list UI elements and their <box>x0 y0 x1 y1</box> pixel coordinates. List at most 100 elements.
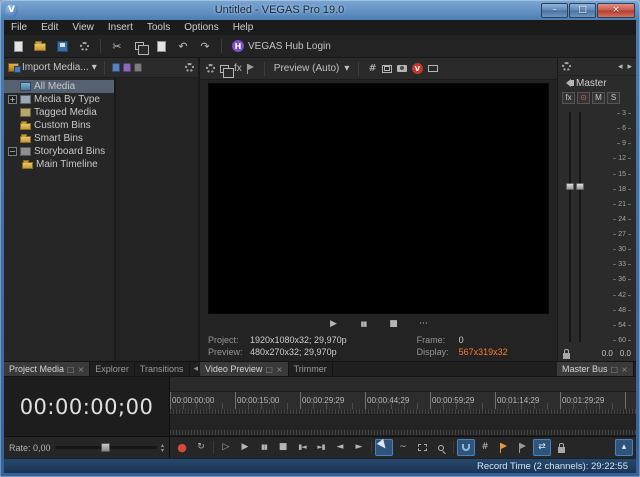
vegas-hub-login-button[interactable]: H VEGAS Hub Login <box>228 40 335 52</box>
tree-item-media-by-type[interactable]: + Media By Type <box>4 93 114 106</box>
go-to-end-button[interactable]: ►▮ <box>312 439 330 456</box>
menu-tools[interactable]: Tools <box>140 20 177 35</box>
rate-slider-handle[interactable] <box>101 443 110 452</box>
preview-settings-gear-icon[interactable] <box>206 64 215 73</box>
undo-button[interactable]: ↶ <box>173 37 193 56</box>
rate-spinner[interactable]: ▴ ▾ <box>161 443 164 453</box>
close-tab-icon[interactable]: × <box>621 365 628 374</box>
menu-options[interactable]: Options <box>177 20 225 35</box>
fader-handle-left[interactable] <box>566 183 574 190</box>
media-bins-icon[interactable] <box>134 63 142 72</box>
float-window-icon[interactable]: □ <box>67 365 75 374</box>
tree-item-all-media[interactable]: All Media <box>4 80 114 93</box>
float-window-icon[interactable]: □ <box>611 365 619 374</box>
insert-bus-left-icon[interactable]: ◂ <box>618 62 623 72</box>
collapse-minus-icon[interactable]: − <box>8 147 17 156</box>
v-plugin-icon[interactable]: V <box>412 63 423 74</box>
master-fx-button[interactable]: fx <box>562 92 575 104</box>
menu-file[interactable]: File <box>4 20 34 35</box>
solo-button[interactable]: S <box>607 92 620 104</box>
tree-item-storyboard-bins[interactable]: − Storyboard Bins <box>4 145 114 158</box>
copy-button[interactable] <box>129 37 149 56</box>
normal-edit-tool-button[interactable] <box>375 439 393 456</box>
redo-button[interactable]: ↷ <box>195 37 215 56</box>
insert-marker-button[interactable] <box>495 439 513 456</box>
marker-bar[interactable] <box>170 377 636 392</box>
quality-dropdown-arrow-icon[interactable]: ▾ <box>344 63 349 74</box>
tab-master-bus[interactable]: Master Bus □ × <box>557 362 634 376</box>
save-project-button[interactable] <box>52 37 72 56</box>
tab-video-preview[interactable]: Video Preview □ × <box>200 362 289 376</box>
cut-button[interactable]: ✂ <box>107 37 127 56</box>
menu-edit[interactable]: Edit <box>34 20 65 35</box>
next-frame-button[interactable]: ► <box>350 439 368 456</box>
scroll-up-button[interactable]: ▴ <box>615 439 633 456</box>
open-project-button[interactable] <box>30 37 50 56</box>
close-tab-icon[interactable]: × <box>78 365 85 374</box>
fader-handle-right[interactable] <box>576 183 584 190</box>
preview-more-button[interactable]: ··· <box>415 316 433 333</box>
paste-button[interactable] <box>151 37 171 56</box>
play-from-start-button[interactable]: ▷ <box>217 439 235 456</box>
selection-tool-button[interactable] <box>413 439 431 456</box>
grid-overlay-icon[interactable]: # <box>368 63 376 74</box>
lock-icon[interactable] <box>563 353 570 359</box>
auto-ripple-button[interactable]: ⇄ <box>533 439 551 456</box>
mute-button[interactable]: M <box>592 92 605 104</box>
grid-snap-button[interactable]: # <box>476 439 494 456</box>
float-window-icon[interactable]: □ <box>265 365 273 374</box>
preview-play-button[interactable]: ▶ <box>325 316 343 333</box>
insert-bus-right-icon[interactable]: ▸ <box>627 62 632 72</box>
preview-stop-button[interactable]: ■ <box>385 316 403 333</box>
snapshot-icon[interactable] <box>397 65 407 72</box>
tree-item-main-timeline[interactable]: Main Timeline <box>4 158 114 171</box>
menu-view[interactable]: View <box>65 20 101 35</box>
import-media-icon[interactable] <box>8 63 19 72</box>
tree-item-smart-bins[interactable]: Smart Bins <box>4 132 114 145</box>
master-bus-name[interactable]: Master <box>576 78 607 89</box>
play-button[interactable]: ▶ <box>236 439 254 456</box>
tab-explorer[interactable]: Explorer <box>90 362 135 376</box>
rate-slider[interactable] <box>55 446 157 449</box>
close-tab-icon[interactable]: × <box>276 365 283 374</box>
stop-button[interactable]: ■ <box>274 439 292 456</box>
media-generators-icon[interactable] <box>123 63 131 72</box>
title-bar[interactable]: V Untitled - VEGAS Pro 19.0 – □ × <box>0 0 640 20</box>
external-monitor-icon[interactable] <box>428 65 438 72</box>
snap-button[interactable] <box>457 439 475 456</box>
record-arm-button[interactable]: ⊙ <box>577 92 590 104</box>
project-properties-button[interactable] <box>74 37 94 56</box>
safe-area-icon[interactable] <box>382 65 392 73</box>
media-manager-icon[interactable] <box>112 63 120 72</box>
tree-item-tagged-media[interactable]: Tagged Media <box>4 106 114 119</box>
minimize-button[interactable]: – <box>541 3 568 18</box>
tab-trimmer[interactable]: Trimmer <box>289 362 333 376</box>
tab-transitions[interactable]: Transitions <box>135 362 190 376</box>
scroll-tabs-left-icon[interactable]: ◂ <box>194 364 199 374</box>
video-output-fx-button[interactable]: fx <box>234 63 242 74</box>
tab-project-media[interactable]: Project Media □ × <box>4 362 90 376</box>
media-settings-gear-icon[interactable] <box>185 63 194 72</box>
spin-down-icon[interactable]: ▾ <box>161 448 164 453</box>
compare-flag-icon[interactable] <box>247 64 255 74</box>
record-button[interactable]: ● <box>173 439 191 456</box>
envelope-tool-button[interactable]: ~ <box>394 439 412 456</box>
tree-item-custom-bins[interactable]: Custom Bins <box>4 119 114 132</box>
import-media-button[interactable]: Import Media... <box>22 62 89 73</box>
import-dropdown-arrow-icon[interactable]: ▾ <box>92 62 97 73</box>
close-button[interactable]: × <box>597 3 635 18</box>
time-ruler[interactable]: 00:00:00;00 00:00:15;00 00:00:29;29 00:0… <box>170 392 636 409</box>
media-file-list[interactable] <box>116 78 198 361</box>
menu-insert[interactable]: Insert <box>101 20 140 35</box>
loop-playback-button[interactable]: ↻ <box>192 439 210 456</box>
menu-help[interactable]: Help <box>226 20 261 35</box>
timecode-panel[interactable]: 00:00:00;00 <box>4 377 170 436</box>
new-project-button[interactable] <box>8 37 28 56</box>
expand-plus-icon[interactable]: + <box>8 95 17 104</box>
insert-region-button[interactable] <box>514 439 532 456</box>
lock-envelopes-button[interactable] <box>552 439 570 456</box>
zoom-tool-button[interactable] <box>432 439 450 456</box>
previous-frame-button[interactable]: ◄ <box>331 439 349 456</box>
video-preview-screen[interactable] <box>208 83 549 314</box>
maximize-button[interactable]: □ <box>569 3 596 18</box>
